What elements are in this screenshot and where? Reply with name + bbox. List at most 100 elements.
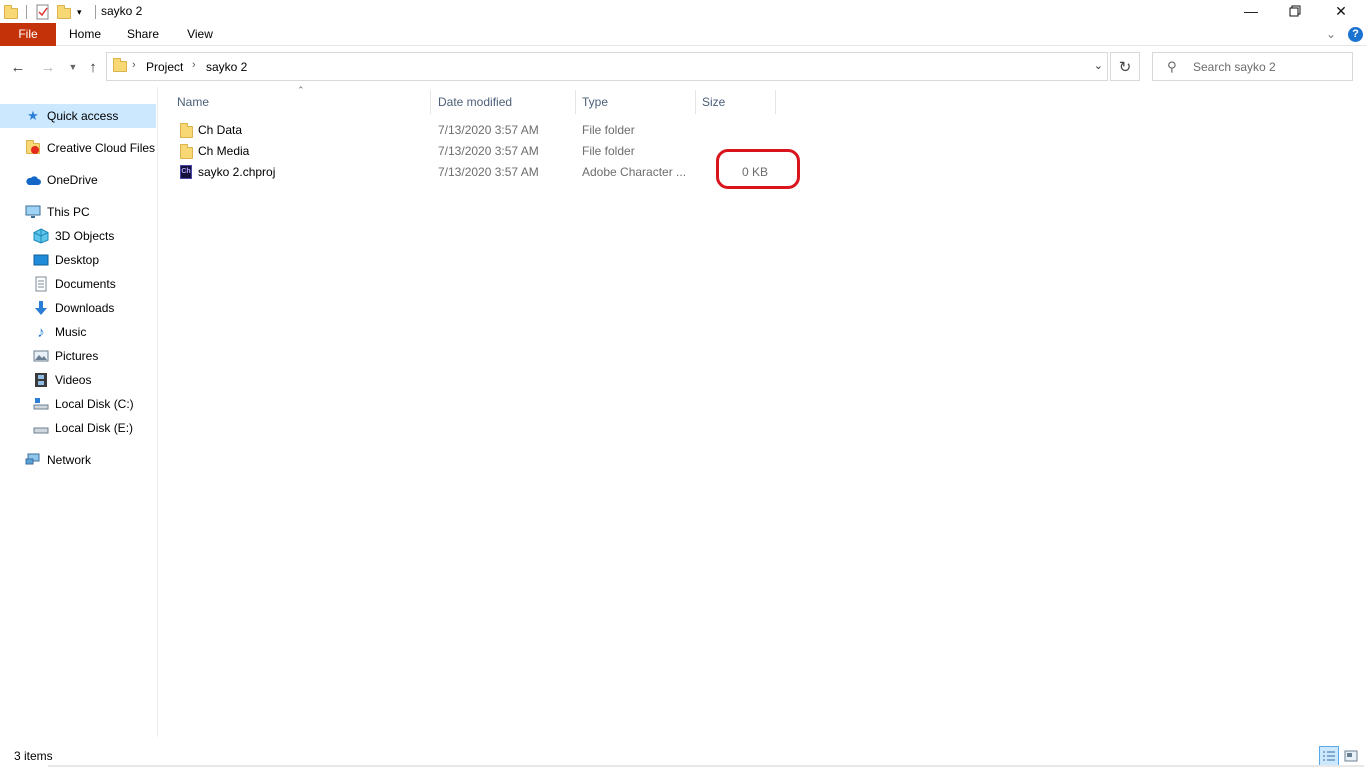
- toolbar-separator: [26, 5, 27, 19]
- sidebar-item-creative-cloud-files[interactable]: Creative Cloud Files: [24, 136, 155, 160]
- column-divider[interactable]: [430, 90, 431, 114]
- network-icon: [24, 452, 42, 468]
- column-header-size[interactable]: Size: [702, 90, 725, 114]
- sidebar-item-label: Downloads: [55, 301, 115, 315]
- sidebar-item-label: Music: [55, 325, 87, 339]
- column-header-date-modified[interactable]: Date modified: [438, 90, 512, 114]
- column-divider[interactable]: [575, 90, 576, 114]
- up-arrow-icon[interactable]: ↑: [83, 57, 103, 77]
- cloud-icon: [24, 172, 42, 188]
- column-header-type[interactable]: Type: [582, 90, 608, 114]
- sidebar-item-label: Videos: [55, 373, 92, 387]
- system-drive-icon: [32, 396, 50, 412]
- customize-toolbar-icon[interactable]: ▾: [77, 4, 93, 20]
- sidebar-item-3d-objects[interactable]: 3D Objects: [32, 224, 114, 248]
- toolbar-separator: [95, 5, 96, 19]
- film-icon: [32, 372, 50, 388]
- sidebar-item-desktop[interactable]: Desktop: [32, 248, 99, 272]
- tab-share[interactable]: Share: [120, 23, 166, 46]
- breadcrumb-project[interactable]: Project: [146, 60, 183, 74]
- sidebar-item-pictures[interactable]: Pictures: [32, 344, 98, 368]
- file-row-ch-data[interactable]: Ch Data 7/13/2020 3:57 AM File folder: [172, 120, 772, 141]
- ribbon-tabs: File Home Share View ⌄ ?: [0, 23, 1366, 46]
- file-type: File folder: [582, 123, 635, 137]
- computer-icon: [24, 204, 42, 220]
- file-name: sayko 2.chproj: [198, 165, 276, 179]
- search-icon: ⚲: [1167, 59, 1177, 74]
- file-name: Ch Data: [198, 123, 243, 137]
- music-note-icon: ♪: [37, 323, 45, 341]
- file-size: [702, 120, 768, 141]
- refresh-button[interactable]: ↻: [1110, 52, 1140, 81]
- breadcrumb-current[interactable]: sayko 2: [206, 60, 247, 74]
- sidebar-item-label: OneDrive: [47, 173, 98, 187]
- horizontal-scrollbar[interactable]: [48, 765, 1364, 767]
- sidebar-item-label: Local Disk (E:): [55, 421, 134, 435]
- sidebar-item-documents[interactable]: Documents: [32, 272, 116, 296]
- file-row-sayko-chproj[interactable]: Ch sayko 2.chproj 7/13/2020 3:57 AM Adob…: [172, 162, 772, 183]
- sidebar-item-downloads[interactable]: Downloads: [32, 296, 114, 320]
- file-type: File folder: [582, 144, 635, 158]
- document-icon: [32, 276, 50, 292]
- window-title: sayko 2: [101, 4, 143, 18]
- column-header-name[interactable]: Name: [177, 90, 209, 114]
- sidebar-item-network[interactable]: Network: [24, 448, 91, 472]
- sidebar-item-label: 3D Objects: [55, 229, 115, 243]
- sidebar-item-label: Quick access: [47, 109, 119, 123]
- folder-icon: [180, 123, 193, 138]
- sidebar-item-label: Pictures: [55, 349, 99, 363]
- tab-file[interactable]: File: [0, 23, 56, 46]
- tab-view[interactable]: View: [177, 23, 223, 46]
- forward-arrow-icon[interactable]: →: [38, 57, 58, 77]
- column-divider[interactable]: [775, 90, 776, 114]
- sidebar-item-label: Creative Cloud Files: [47, 141, 156, 155]
- chevron-right-icon[interactable]: ›: [132, 59, 136, 71]
- folder-icon[interactable]: [4, 4, 20, 20]
- sidebar-item-label: Desktop: [55, 253, 100, 267]
- file-date-modified: 7/13/2020 3:57 AM: [438, 123, 539, 137]
- expand-ribbon-icon[interactable]: ⌄: [1326, 27, 1336, 41]
- character-animator-icon: Ch: [180, 165, 192, 179]
- sidebar-item-videos[interactable]: Videos: [32, 368, 91, 392]
- close-button[interactable]: ✕: [1318, 0, 1364, 22]
- drive-icon: [32, 420, 50, 436]
- sidebar-item-music[interactable]: ♪ Music: [32, 320, 86, 344]
- properties-icon[interactable]: [35, 4, 51, 20]
- sidebar-item-onedrive[interactable]: OneDrive: [24, 168, 98, 192]
- search-input[interactable]: Search sayko 2: [1193, 60, 1276, 74]
- file-row-ch-media[interactable]: Ch Media 7/13/2020 3:57 AM File folder: [172, 141, 772, 162]
- file-date-modified: 7/13/2020 3:57 AM: [438, 144, 539, 158]
- sort-ascending-icon: ⌃: [297, 85, 305, 95]
- search-box[interactable]: ⚲ Search sayko 2: [1152, 52, 1353, 81]
- minimize-button[interactable]: —: [1228, 0, 1274, 22]
- column-divider[interactable]: [695, 90, 696, 114]
- address-bar[interactable]: › Project › sayko 2 ⌄: [106, 52, 1108, 81]
- help-icon[interactable]: ?: [1348, 27, 1363, 42]
- large-icons-view-button[interactable]: [1341, 746, 1361, 766]
- file-date-modified: 7/13/2020 3:57 AM: [438, 165, 539, 179]
- folder-icon: [113, 58, 127, 72]
- sidebar-item-local-disk-e[interactable]: Local Disk (E:): [32, 416, 133, 440]
- sidebar-item-label: Network: [47, 453, 92, 467]
- new-folder-icon[interactable]: [57, 4, 73, 20]
- sidebar-item-local-disk-c[interactable]: Local Disk (C:): [32, 392, 134, 416]
- file-type: Adobe Character ...: [582, 165, 687, 179]
- sidebar-item-label: Documents: [55, 277, 116, 291]
- title-bar: ▾ sayko 2 — ✕: [0, 0, 1366, 23]
- item-count: 3 items: [14, 749, 53, 763]
- tab-home[interactable]: Home: [62, 23, 108, 46]
- cube-icon: [32, 228, 50, 244]
- sidebar-item-this-pc[interactable]: This PC: [24, 200, 90, 224]
- details-view-button[interactable]: [1319, 746, 1339, 766]
- star-icon: ★: [27, 108, 39, 123]
- restore-button[interactable]: [1272, 0, 1318, 22]
- desktop-icon: [32, 252, 50, 268]
- recent-locations-icon[interactable]: ▼: [63, 57, 83, 77]
- chevron-right-icon[interactable]: ›: [192, 59, 196, 71]
- sidebar-item-quick-access[interactable]: ★ Quick access: [0, 104, 156, 128]
- sidebar-item-label: Local Disk (C:): [55, 397, 134, 411]
- file-name: Ch Media: [198, 144, 250, 158]
- chevron-down-icon[interactable]: ⌄: [1094, 59, 1103, 72]
- back-arrow-icon[interactable]: ←: [8, 57, 28, 77]
- sidebar-item-label: This PC: [47, 205, 90, 219]
